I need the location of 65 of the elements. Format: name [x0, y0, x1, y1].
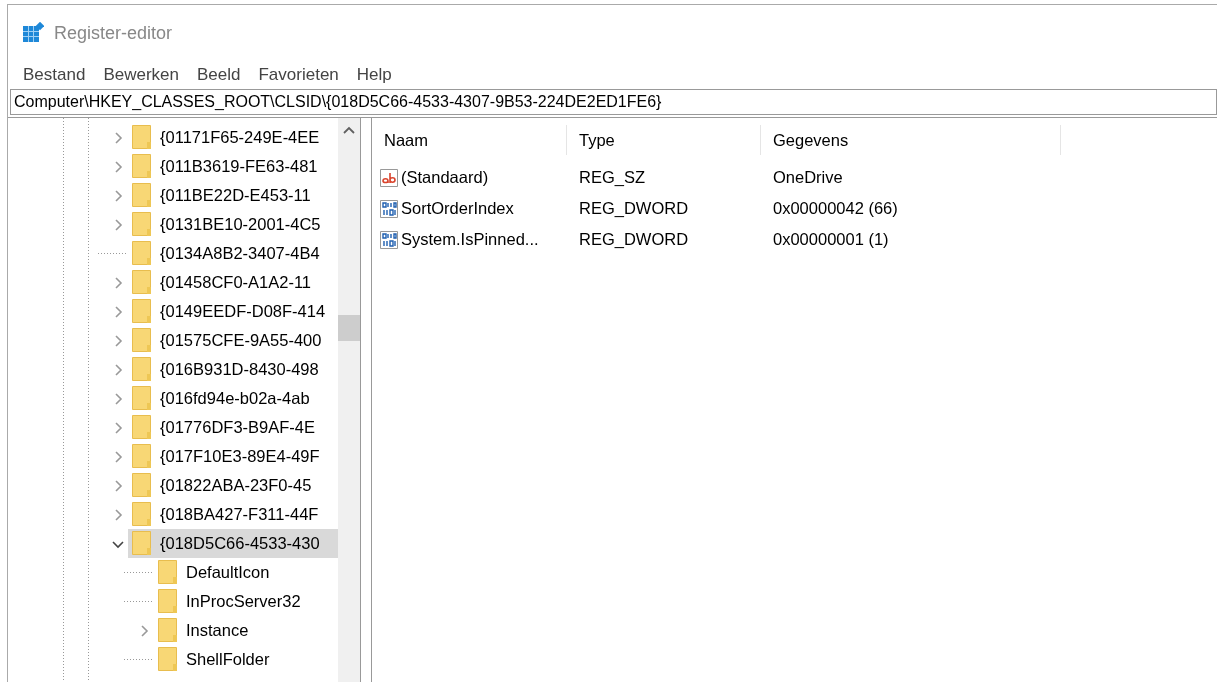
- tree-item-label[interactable]: {01458CF0-A1A2-11: [156, 268, 315, 297]
- value-name[interactable]: System.IsPinned...: [401, 227, 539, 252]
- folder-icon: [132, 212, 152, 237]
- menu-item[interactable]: Favorieten: [251, 62, 346, 88]
- value-data: 0x00000001 (1): [772, 229, 890, 251]
- value-type: REG_DWORD: [578, 229, 690, 251]
- tree-item-label[interactable]: {017F10E3-89E4-49F: [156, 442, 323, 471]
- string-value-icon: [379, 167, 399, 188]
- tree-item-label[interactable]: Instance: [182, 616, 252, 645]
- value-name[interactable]: SortOrderIndex: [401, 196, 514, 221]
- folder-icon: [132, 241, 152, 266]
- address-bar[interactable]: Computer\HKEY_CLASSES_ROOT\CLSID\{018D5C66-4533-4307-9B53-224DE2ED1FE6}: [10, 89, 1217, 115]
- tree-item-label[interactable]: InProcServer32: [182, 587, 304, 616]
- folder-icon: [132, 183, 152, 208]
- folder-icon: [132, 125, 152, 150]
- folder-icon: [132, 473, 152, 498]
- folder-icon: [158, 647, 178, 672]
- folder-icon: [132, 270, 152, 295]
- scrollbar-thumb[interactable]: [338, 315, 360, 341]
- value-name[interactable]: (Standaard): [401, 165, 489, 190]
- folder-icon: [158, 618, 178, 643]
- tree-item-label[interactable]: {016B931D-8430-498: [156, 355, 322, 384]
- folder-icon: [132, 531, 152, 556]
- scrollbar[interactable]: [338, 118, 360, 682]
- value-type: REG_DWORD: [578, 198, 690, 220]
- selected-row-highlight[interactable]: {018D5C66-4533-430: [128, 529, 338, 558]
- tree-item-label[interactable]: {01822ABA-23F0-45: [156, 471, 315, 500]
- tree-item-label[interactable]: {0149EEDF-D08F-414: [156, 297, 329, 326]
- folder-icon: [132, 357, 152, 382]
- tree-item-label[interactable]: DefaultIcon: [182, 558, 273, 587]
- tree-item-label[interactable]: {016fd94e-b02a-4ab: [156, 384, 313, 413]
- window-title: Register-editor: [54, 21, 173, 45]
- tree-item-label[interactable]: {011B3619-FE63-481: [156, 152, 321, 181]
- folder-icon: [132, 444, 152, 469]
- folder-icon: [158, 589, 178, 614]
- app-icon: [22, 22, 44, 44]
- tree-item-label[interactable]: {0134A8B2-3407-4B4: [156, 239, 323, 268]
- folder-icon: [132, 154, 152, 179]
- scroll-up-icon[interactable]: [343, 126, 355, 136]
- tree-item-label[interactable]: ShellFolder: [182, 645, 273, 674]
- value-data: 0x00000042 (66): [772, 198, 899, 220]
- tree-item-label[interactable]: {018D5C66-4533-430: [156, 529, 323, 558]
- tree-item-label[interactable]: {01171F65-249E-4EE: [156, 123, 323, 152]
- value-type: REG_SZ: [578, 167, 647, 189]
- column-header[interactable]: Naam: [372, 125, 567, 155]
- tree-item-label[interactable]: {01776DF3-B9AF-4E: [156, 413, 318, 442]
- tree-item-label[interactable]: {0131BE10-2001-4C5: [156, 210, 324, 239]
- menu-item[interactable]: Help: [349, 62, 399, 88]
- folder-icon: [132, 415, 152, 440]
- column-header[interactable]: Gegevens: [761, 125, 1061, 155]
- binary-value-icon: [379, 229, 399, 250]
- menu-item[interactable]: Bewerken: [96, 62, 186, 88]
- folder-icon: [132, 328, 152, 353]
- tree-item-label[interactable]: {018BA427-F311-44F: [156, 500, 322, 529]
- column-header[interactable]: Type: [567, 125, 761, 155]
- folder-icon: [132, 502, 152, 527]
- folder-icon: [158, 560, 178, 585]
- folder-icon: [132, 299, 152, 324]
- menu-item[interactable]: Beeld: [190, 62, 248, 88]
- tree-item-label[interactable]: {011BE22D-E453-11: [156, 181, 314, 210]
- folder-icon: [132, 386, 152, 411]
- binary-value-icon: [379, 198, 399, 219]
- value-data: OneDrive: [772, 167, 844, 189]
- tree-item-label[interactable]: {01575CFE-9A55-400: [156, 326, 325, 355]
- menu-item[interactable]: Bestand: [16, 62, 93, 88]
